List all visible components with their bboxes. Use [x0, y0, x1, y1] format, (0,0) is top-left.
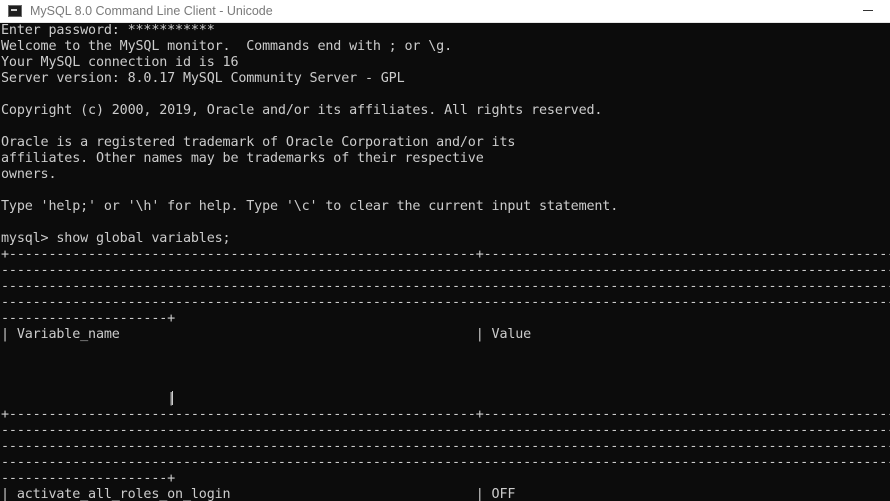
console-line: Oracle is a registered trademark of Orac… — [1, 135, 516, 150]
console-line: ----------------------------------------… — [1, 439, 890, 454]
mysql-console-icon[interactable] — [8, 5, 22, 17]
text-cursor — [172, 391, 173, 405]
console-line: ---------------------+ — [1, 471, 176, 486]
console-line: Welcome to the MySQL monitor. Commands e… — [1, 39, 452, 54]
console-line: Your MySQL connection id is 16 — [1, 55, 239, 70]
console-line: owners. — [1, 167, 57, 182]
window-title: MySQL 8.0 Command Line Client - Unicode — [30, 4, 273, 18]
console-output[interactable]: Enter password: *********** Welcome to t… — [0, 23, 890, 501]
mysql-console-window: MySQL 8.0 Command Line Client - Unicode … — [0, 0, 890, 501]
console-line: ---------------------+ — [1, 311, 176, 326]
console-line: ----------------------------------------… — [1, 279, 890, 294]
minimize-button[interactable] — [846, 0, 890, 22]
console-line: mysql> show global variables; — [1, 231, 231, 246]
console-line: Enter password: *********** — [1, 23, 215, 38]
console-line: | — [1, 391, 176, 406]
title-bar[interactable]: MySQL 8.0 Command Line Client - Unicode — [0, 0, 890, 23]
console-line: Type 'help;' or '\h' for help. Type '\c'… — [1, 199, 619, 214]
console-line: ----------------------------------------… — [1, 423, 890, 438]
console-line: +---------------------------------------… — [1, 247, 890, 262]
console-line: ----------------------------------------… — [1, 455, 890, 470]
console-line: Server version: 8.0.17 MySQL Community S… — [1, 71, 405, 86]
console-line: | Variable_name | Value — [1, 327, 532, 342]
console-line: ----------------------------------------… — [1, 295, 890, 310]
console-line: Copyright (c) 2000, 2019, Oracle and/or … — [1, 103, 603, 118]
console-line: affiliates. Other names may be trademark… — [1, 151, 484, 166]
console-line: | activate_all_roles_on_login | OFF — [1, 487, 516, 501]
console-line: +---------------------------------------… — [1, 407, 890, 422]
console-line: ----------------------------------------… — [1, 263, 890, 278]
